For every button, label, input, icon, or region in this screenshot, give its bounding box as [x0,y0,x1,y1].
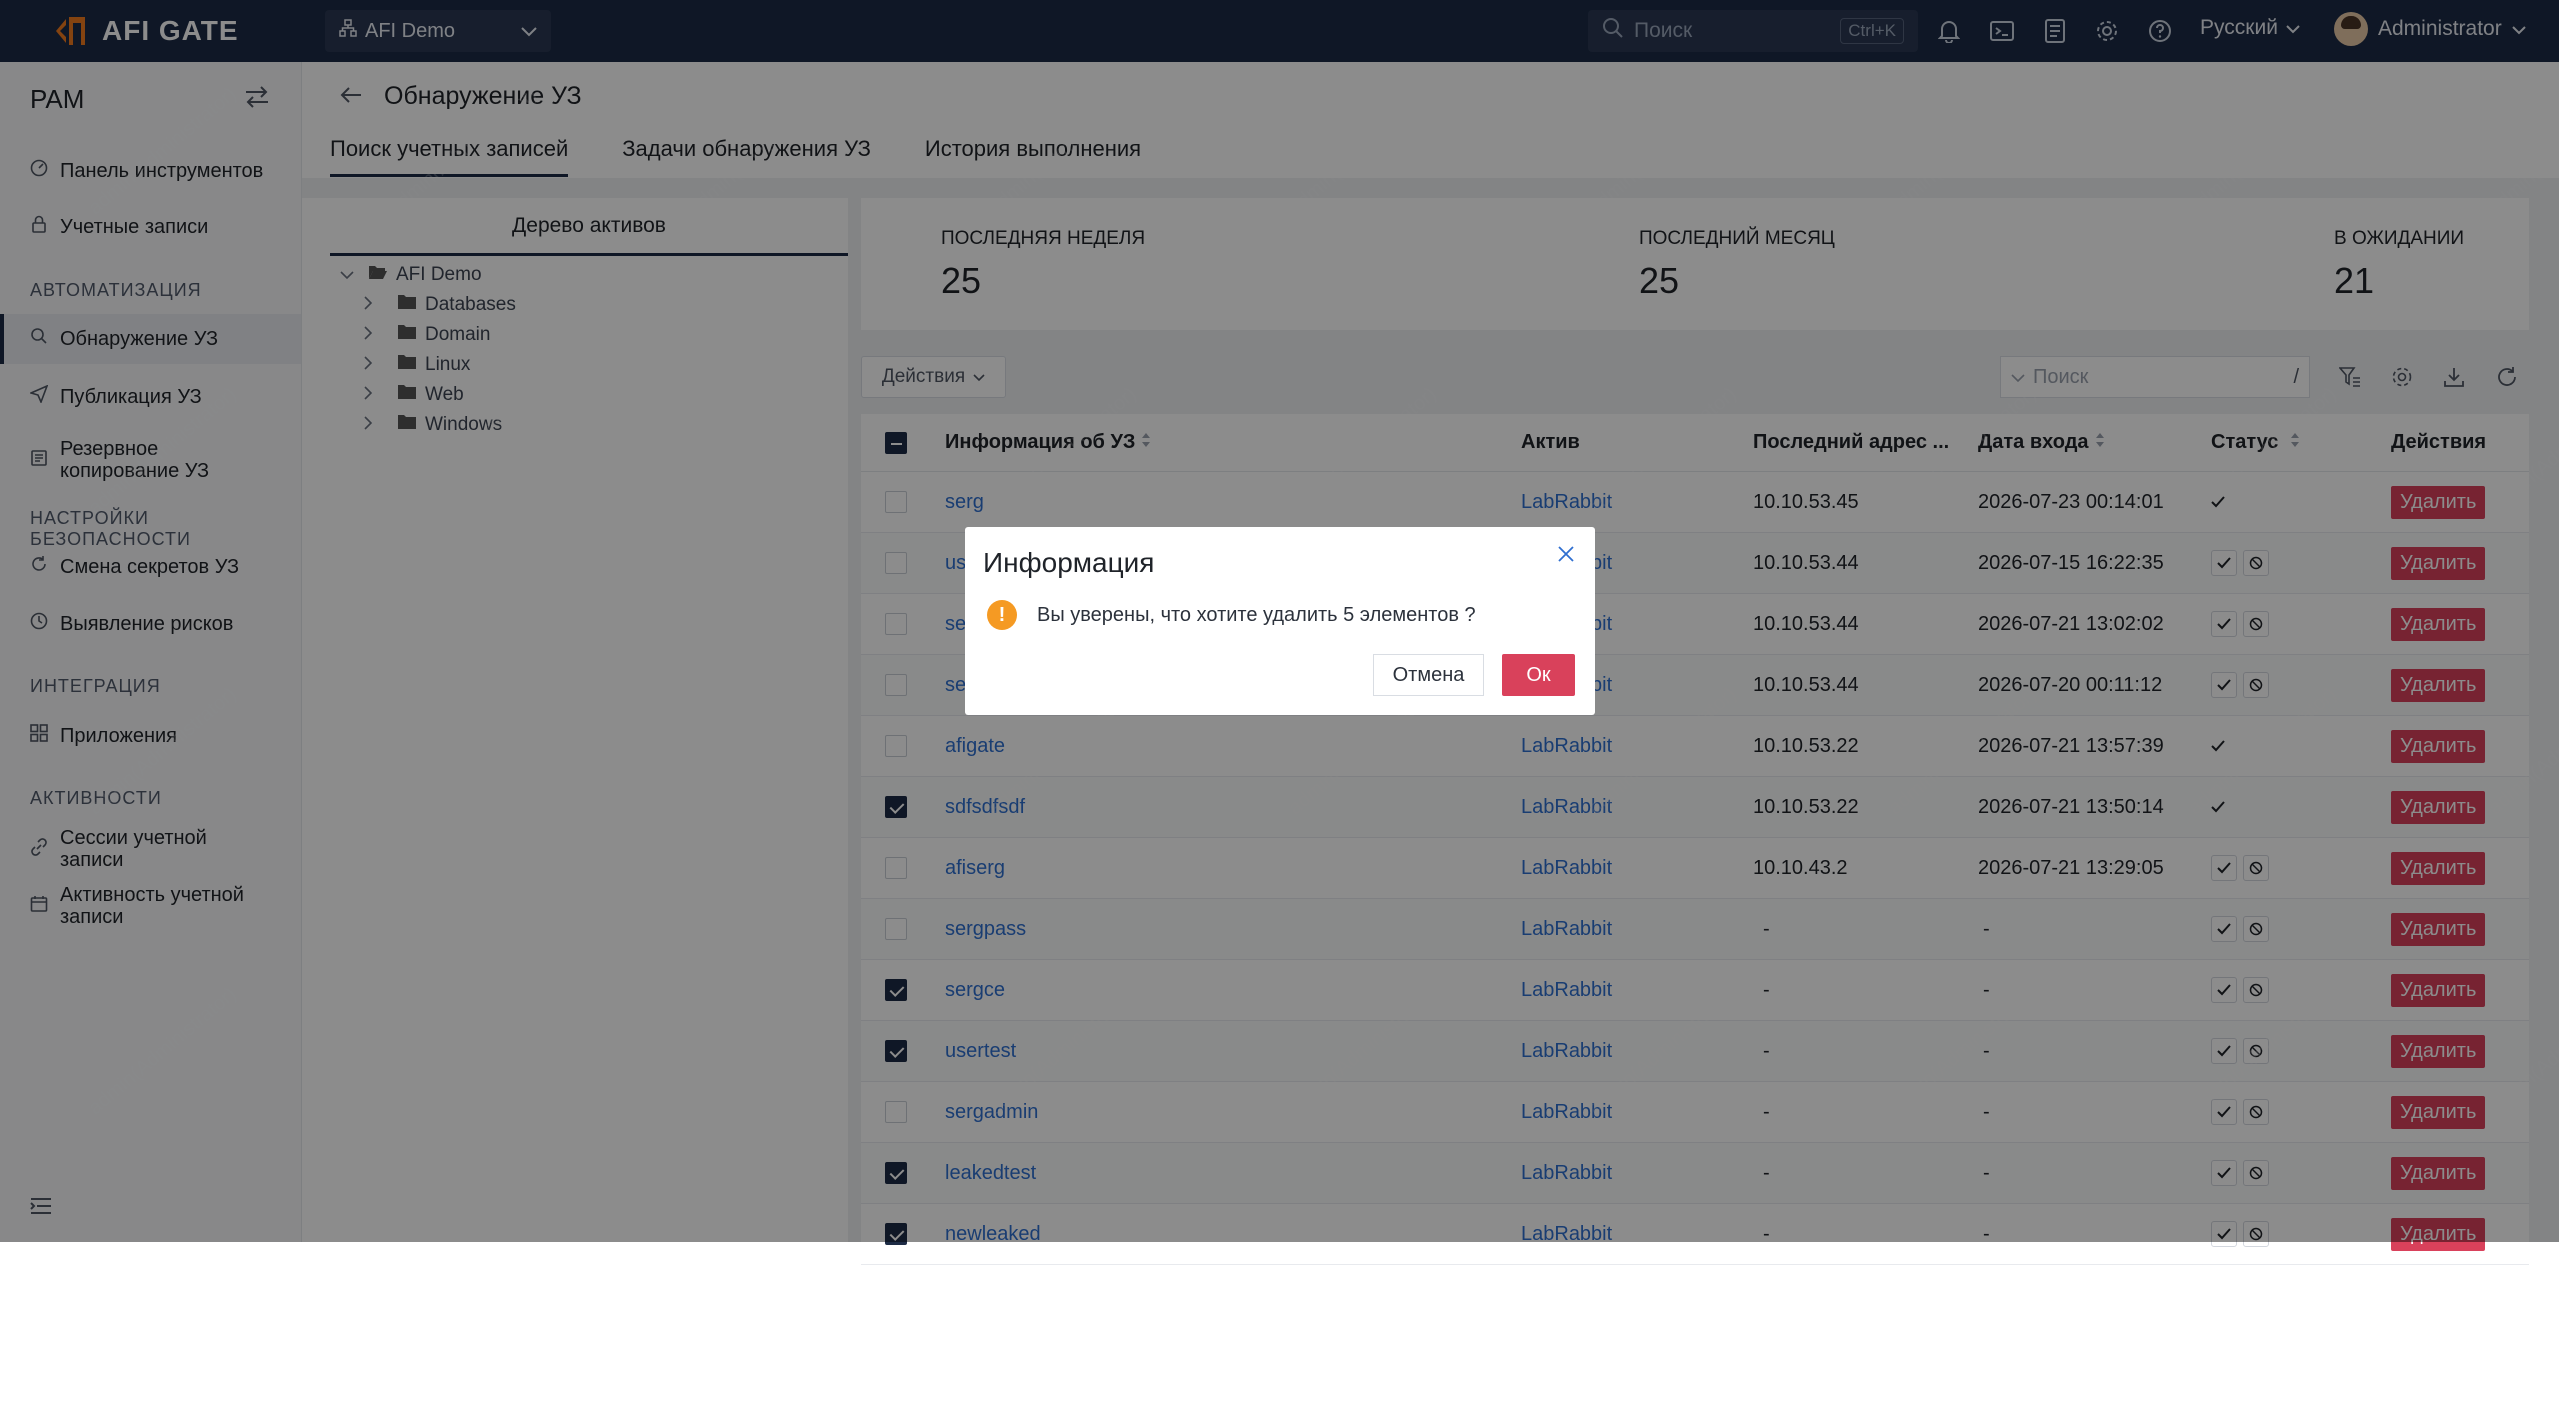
warning-icon: ! [987,600,1017,630]
dialog-title: Информация [983,547,1155,578]
watermark-text: admin(Administrator) [1884,1283,2041,1420]
watermark-text: admin(Administrator) [2484,1283,2559,1420]
confirm-dialog: Информация ! Вы уверены, что хотите удал… [965,527,1595,715]
dialog-message: Вы уверены, что хотите удалить 5 элемент… [1037,604,1476,626]
watermark-text: admin(Administrator) [984,1283,1141,1420]
watermark-text: admin(Administrator) [1584,1283,1741,1420]
ok-button[interactable]: Ок [1502,654,1575,696]
watermark-text: admin(Administrator) [684,1283,841,1420]
watermark-text: admin(Administrator) [84,1283,241,1420]
close-icon[interactable] [1557,545,1575,568]
cancel-button[interactable]: Отмена [1373,654,1484,696]
watermark-text: admin(Administrator) [2184,1283,2341,1420]
watermark-text: admin(Administrator) [1284,1283,1441,1420]
watermark-text: admin(Administrator) [384,1283,541,1420]
